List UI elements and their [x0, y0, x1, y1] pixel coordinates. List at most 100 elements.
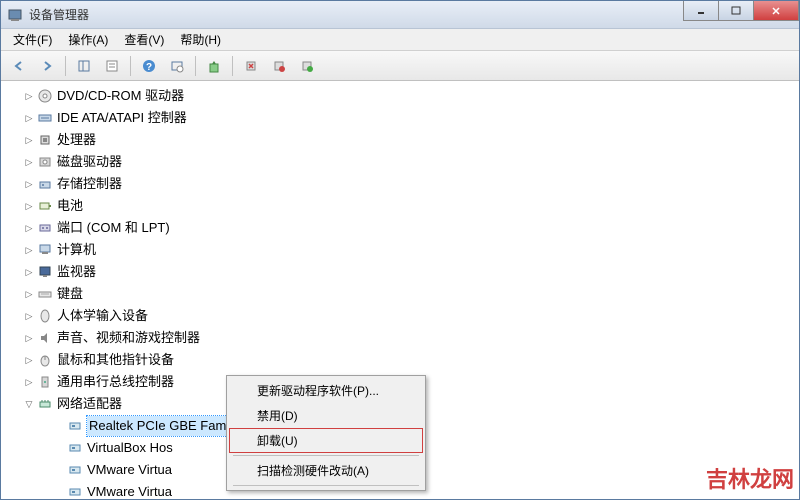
usb-icon: [37, 374, 53, 390]
tree-item-label: 网络适配器: [57, 394, 122, 414]
menu-action[interactable]: 操作(A): [60, 29, 116, 50]
tree-item[interactable]: ▷ DVD/CD-ROM 驱动器: [5, 85, 795, 107]
keyboard-icon: [37, 286, 53, 302]
tree-item-label: 声音、视频和游戏控制器: [57, 328, 200, 348]
disable-button[interactable]: [267, 55, 291, 77]
nic-icon: [67, 462, 83, 478]
separator: [65, 56, 66, 76]
battery-icon: [37, 198, 53, 214]
tree-item-label: VirtualBox Hos: [87, 438, 173, 458]
tree-item[interactable]: ▷ 电池: [5, 195, 795, 217]
expand-icon[interactable]: ▷: [23, 112, 35, 124]
window-controls: [684, 1, 799, 21]
tree-item-label: 监视器: [57, 262, 96, 282]
maximize-button[interactable]: [718, 1, 754, 21]
sound-icon: [37, 330, 53, 346]
hid-icon: [37, 308, 53, 324]
enable-button[interactable]: [295, 55, 319, 77]
scan-button[interactable]: [165, 55, 189, 77]
expand-icon[interactable]: ▷: [23, 90, 35, 102]
expand-icon[interactable]: ▷: [23, 178, 35, 190]
nic-icon: [67, 418, 83, 434]
context-menu: 更新驱动程序软件(P)... 禁用(D) 卸载(U) 扫描检测硬件改动(A): [226, 375, 426, 491]
expand-icon[interactable]: ▷: [23, 376, 35, 388]
tree-item[interactable]: ▷ 鼠标和其他指针设备: [5, 349, 795, 371]
ctx-update-driver[interactable]: 更新驱动程序软件(P)...: [229, 378, 423, 403]
expand-icon[interactable]: ▷: [23, 310, 35, 322]
no-expander: [53, 464, 65, 476]
tree-item[interactable]: ▷ 磁盘驱动器: [5, 151, 795, 173]
tree-item[interactable]: ▷ IDE ATA/ATAPI 控制器: [5, 107, 795, 129]
menu-help[interactable]: 帮助(H): [172, 29, 229, 50]
tree-item[interactable]: ▷ 处理器: [5, 129, 795, 151]
tree-item-label: 存储控制器: [57, 174, 122, 194]
expand-icon[interactable]: ▷: [23, 200, 35, 212]
expand-icon[interactable]: ▷: [23, 244, 35, 256]
disc-icon: [37, 88, 53, 104]
tree-item[interactable]: ▷ 键盘: [5, 283, 795, 305]
tree-item[interactable]: ▷ 声音、视频和游戏控制器: [5, 327, 795, 349]
help-button[interactable]: ?: [137, 55, 161, 77]
tree-item-label: 鼠标和其他指针设备: [57, 350, 174, 370]
minimize-button[interactable]: [683, 1, 719, 21]
tree-item[interactable]: ▷ 监视器: [5, 261, 795, 283]
nic-icon: [67, 484, 83, 499]
expand-icon[interactable]: ▷: [23, 288, 35, 300]
properties-button[interactable]: [100, 55, 124, 77]
separator: [232, 56, 233, 76]
menu-view[interactable]: 查看(V): [116, 29, 172, 50]
mouse-icon: [37, 352, 53, 368]
separator: [130, 56, 131, 76]
tree-item-label: VMware Virtua: [87, 482, 172, 499]
titlebar: 设备管理器: [1, 1, 799, 29]
tree-item-label: 磁盘驱动器: [57, 152, 122, 172]
svg-text:?: ?: [146, 62, 152, 73]
disk-icon: [37, 154, 53, 170]
no-expander: [53, 420, 65, 432]
tree-item-label: 键盘: [57, 284, 83, 304]
expand-icon[interactable]: ▷: [23, 354, 35, 366]
menubar: 文件(F) 操作(A) 查看(V) 帮助(H): [1, 29, 799, 51]
port-icon: [37, 220, 53, 236]
expand-icon[interactable]: ▷: [23, 332, 35, 344]
tree-item-label: 处理器: [57, 130, 96, 150]
forward-button[interactable]: [35, 55, 59, 77]
show-hide-button[interactable]: [72, 55, 96, 77]
tree-item-label: DVD/CD-ROM 驱动器: [57, 86, 184, 106]
tree-item-label: IDE ATA/ATAPI 控制器: [57, 108, 187, 128]
tree-item-label: VMware Virtua: [87, 460, 172, 480]
app-icon: [7, 7, 23, 23]
tree-item-label: 计算机: [57, 240, 96, 260]
ctx-uninstall[interactable]: 卸载(U): [229, 428, 423, 453]
tree-item[interactable]: ▷人体学输入设备: [5, 305, 795, 327]
ctx-scan-hardware[interactable]: 扫描检测硬件改动(A): [229, 458, 423, 483]
collapse-icon[interactable]: ▽: [23, 398, 35, 410]
tree-item[interactable]: ▷ 计算机: [5, 239, 795, 261]
uninstall-button[interactable]: [239, 55, 263, 77]
storage-icon: [37, 176, 53, 192]
no-expander: [53, 442, 65, 454]
update-driver-button[interactable]: [202, 55, 226, 77]
tree-item-label: 端口 (COM 和 LPT): [57, 218, 170, 238]
tree-item-label: 电池: [57, 196, 83, 216]
expand-icon[interactable]: ▷: [23, 266, 35, 278]
computer-icon: [37, 242, 53, 258]
tree-item[interactable]: ▷ 端口 (COM 和 LPT): [5, 217, 795, 239]
separator: [195, 56, 196, 76]
ide-icon: [37, 110, 53, 126]
device-manager-window: 设备管理器 文件(F) 操作(A) 查看(V) 帮助(H) ? ▷ DVD/CD-…: [0, 0, 800, 500]
tree-item[interactable]: ▷ 存储控制器: [5, 173, 795, 195]
close-button[interactable]: [753, 1, 799, 21]
expand-icon[interactable]: ▷: [23, 222, 35, 234]
ctx-disable[interactable]: 禁用(D): [229, 403, 423, 428]
window-title: 设备管理器: [29, 6, 793, 23]
expand-icon[interactable]: ▷: [23, 156, 35, 168]
separator: [233, 455, 419, 456]
toolbar: ?: [1, 51, 799, 81]
watermark: 吉林龙网: [706, 462, 794, 494]
expand-icon[interactable]: ▷: [23, 134, 35, 146]
cpu-icon: [37, 132, 53, 148]
nic-icon: [67, 440, 83, 456]
back-button[interactable]: [7, 55, 31, 77]
menu-file[interactable]: 文件(F): [5, 29, 60, 50]
